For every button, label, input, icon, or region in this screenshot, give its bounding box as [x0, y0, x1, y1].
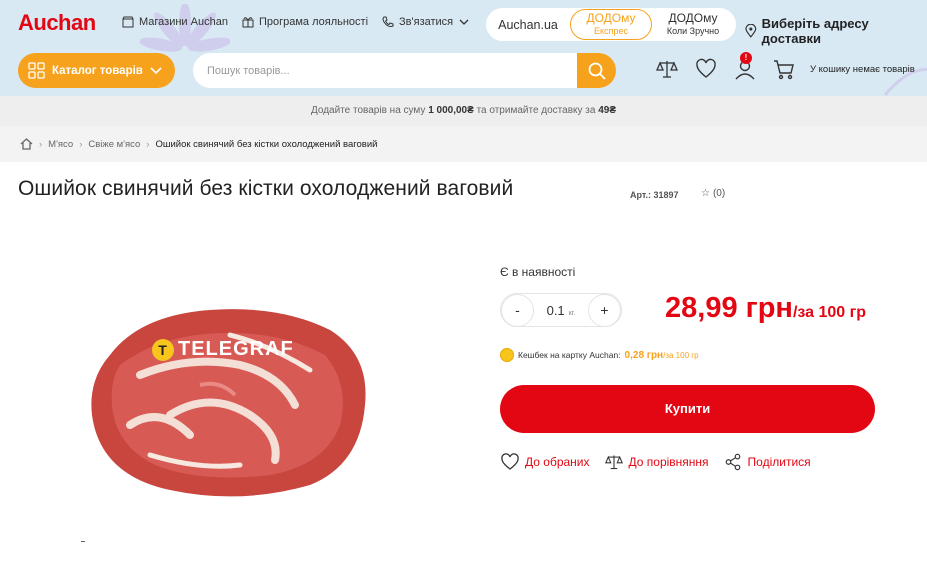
cashback-info: Кешбек на картку Auchan: 0,28 грн/за 100…	[500, 348, 699, 362]
buy-button[interactable]: Купити	[500, 385, 875, 433]
chevron-down-icon	[459, 19, 469, 25]
cashback-unit: /за 100 гр	[663, 350, 699, 360]
compare-label: До порівняння	[628, 455, 709, 469]
share-button[interactable]: Поділитися	[723, 453, 811, 471]
catalog-button[interactable]: Каталог товарів	[18, 53, 175, 88]
product-price: 28,99 грн/за 100 гр	[665, 292, 866, 325]
nav-contact-label: Зв'язатися	[399, 16, 454, 28]
cashback-amount: 0,28 грн	[624, 349, 664, 361]
breadcrumb-fresh-meat[interactable]: Свіже м'ясо	[88, 139, 140, 150]
telegraf-logo-icon: T	[152, 338, 174, 361]
coin-icon	[500, 348, 514, 362]
site-switcher: Auchan.ua ДОДОму Експрес ДОДОму Коли Зру…	[486, 8, 736, 41]
add-to-compare-button[interactable]: До порівняння	[604, 453, 709, 471]
breadcrumb-separator-icon: ›	[79, 138, 83, 150]
top-nav: Магазини Auchan Програма лояльності Зв'я…	[122, 16, 470, 28]
nav-contact[interactable]: Зв'язатися	[382, 16, 470, 28]
qty-unit: кг.	[568, 309, 576, 317]
heart-icon	[696, 58, 716, 78]
tab-convenient-sub: Коли Зручно	[666, 25, 720, 36]
tab-convenient[interactable]: ДОДОму Коли Зручно	[652, 10, 734, 38]
scales-icon	[656, 61, 678, 78]
store-icon	[122, 16, 134, 28]
account-button[interactable]: !	[734, 52, 756, 80]
auchan-logo[interactable]: Auchan	[18, 10, 96, 36]
qty-minus-button[interactable]: -	[501, 293, 534, 327]
cart-icon	[774, 60, 794, 80]
price-value: 28,99 грн	[665, 292, 793, 324]
delivery-address-button[interactable]: Виберіть адресу доставки	[745, 16, 927, 46]
search-input[interactable]	[193, 53, 577, 88]
tab-express-title: ДОДОму	[586, 11, 636, 25]
tab-express-sub: Експрес	[594, 26, 628, 36]
share-icon	[725, 453, 740, 471]
gift-icon	[242, 17, 254, 28]
search-bar	[193, 53, 616, 88]
qty-plus-button[interactable]: +	[587, 293, 621, 327]
tab-express[interactable]: ДОДОму Експрес	[570, 9, 652, 40]
favorites-button[interactable]	[695, 58, 717, 80]
watermark: T TELEGRAF	[152, 338, 294, 361]
product-rating[interactable]: ☆ (0)	[701, 188, 725, 199]
cashback-value: 0,28 грн/за 100 гр	[625, 350, 699, 361]
site-header: Auchan Магазини Auchan Програма лояльнос…	[0, 0, 927, 96]
phone-icon	[382, 16, 394, 27]
watermark-text: TELEGRAF	[178, 338, 294, 360]
nav-stores-label: Магазини Auchan	[139, 16, 228, 28]
breadcrumb-meat[interactable]: М'ясо	[48, 139, 73, 150]
qty-value[interactable]: 0.1 кг.	[547, 303, 576, 318]
heart-icon	[501, 453, 519, 470]
header-icons: ! У кошику немає товарів	[656, 52, 915, 80]
favorites-label: До обраних	[525, 455, 590, 469]
quantity-stepper: - 0.1 кг. +	[500, 293, 622, 327]
promo-fee: 49₴	[598, 105, 617, 116]
nav-loyalty-label: Програма лояльності	[258, 16, 369, 28]
add-to-favorites-button[interactable]: До обраних	[500, 453, 590, 471]
nav-loyalty[interactable]: Програма лояльності	[242, 16, 368, 28]
chevron-down-icon	[150, 66, 162, 74]
stock-status: Є в наявності	[500, 265, 576, 279]
promo-middle: та отримайте доставку за	[476, 105, 596, 116]
scales-icon	[604, 455, 623, 470]
promo-amount: 1 000,00₴	[428, 105, 474, 116]
tab-convenient-title: ДОДОму	[668, 10, 718, 25]
notification-badge: !	[740, 52, 752, 64]
location-pin-icon	[745, 24, 757, 38]
price-unit: /за 100 гр	[792, 304, 867, 321]
product-image	[91, 309, 366, 497]
nav-stores[interactable]: Магазини Auchan	[122, 16, 228, 28]
delivery-address-label: Виберіть адресу доставки	[761, 16, 869, 46]
product-article: Арт.: 31897	[630, 190, 679, 200]
tab-auchan[interactable]: Auchan.ua	[486, 18, 570, 32]
search-icon	[588, 62, 606, 80]
breadcrumb-current: Ошийок свинячий без кістки охолоджений в…	[155, 138, 378, 150]
breadcrumb: › М'ясо › Свіже м'ясо › Ошийок свинячий …	[0, 126, 927, 162]
breadcrumb-separator-icon: ›	[39, 138, 43, 150]
delivery-promo-banner: Додайте товарів на суму 1 000,00₴ та отр…	[0, 96, 927, 126]
star-icon: ☆	[701, 188, 710, 199]
rating-count: (0)	[712, 188, 726, 199]
product-actions: До обраних До порівняння Поділитися	[500, 453, 811, 471]
cashback-label: Кешбек на картку Auchan:	[518, 350, 621, 360]
page-title: Ошийок свинячий без кістки охолоджений в…	[18, 177, 514, 200]
home-icon[interactable]	[20, 138, 33, 150]
catalog-label: Каталог товарів	[52, 64, 143, 77]
cart-status[interactable]: У кошику немає товарів	[810, 64, 915, 75]
grid-icon	[28, 61, 45, 79]
divider	[81, 541, 85, 542]
qty-number: 0.1	[546, 302, 565, 318]
compare-button[interactable]	[656, 58, 678, 80]
cart-button[interactable]	[773, 58, 795, 80]
search-button[interactable]	[577, 53, 616, 88]
breadcrumb-separator-icon: ›	[146, 138, 150, 150]
share-label: Поділитися	[747, 455, 811, 469]
promo-prefix: Додайте товарів на суму	[310, 105, 426, 116]
